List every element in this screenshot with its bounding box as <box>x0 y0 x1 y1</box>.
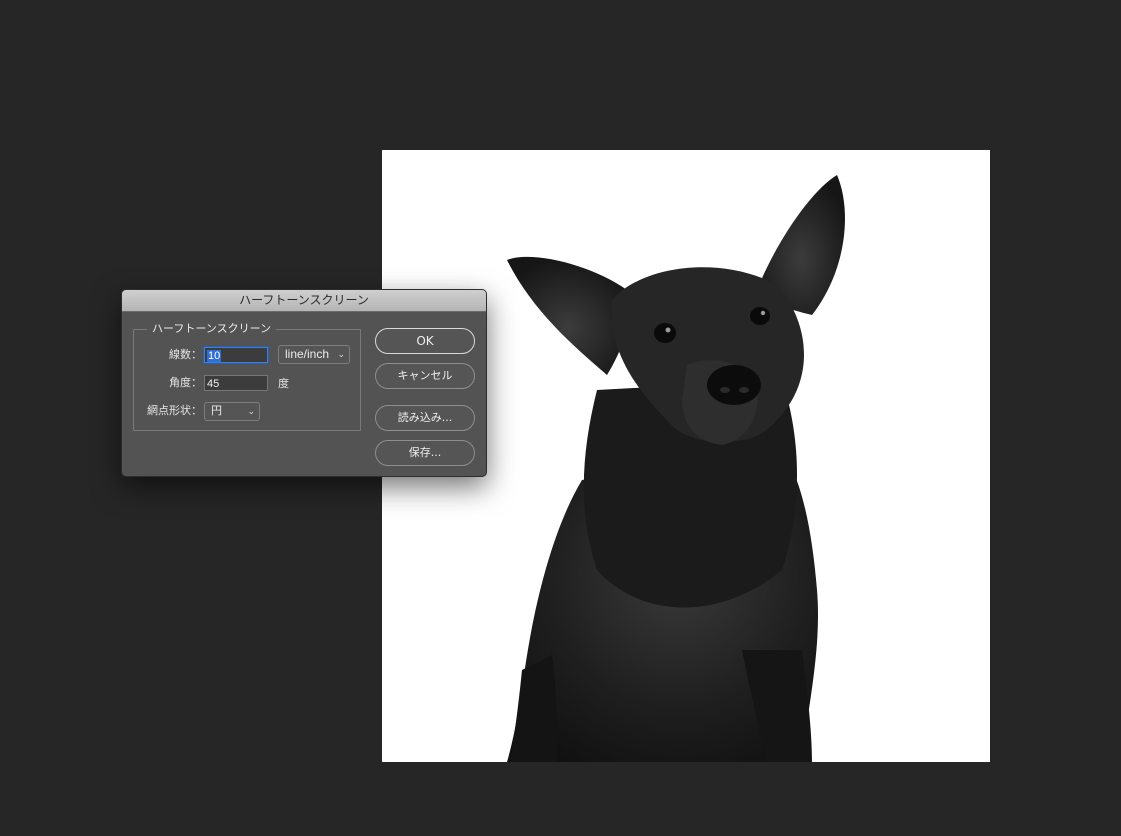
shape-select[interactable]: 円 ⌄ <box>204 402 260 421</box>
chevron-down-icon: ⌄ <box>247 406 255 416</box>
frequency-value: 10 <box>207 350 222 362</box>
frequency-label: 線数： <box>169 348 202 361</box>
halftone-screen-dialog: ハーフトーンスクリーン ハーフトーンスクリーン 線数： 10 line/inch… <box>121 289 487 477</box>
shape-label: 網点形状： <box>147 404 202 417</box>
ok-button[interactable]: OK <box>375 328 475 354</box>
frequency-unit-select[interactable]: line/inch ⌄ <box>278 345 350 364</box>
frequency-input[interactable]: 10 <box>204 347 268 363</box>
angle-value: 45 <box>207 378 220 390</box>
angle-label: 角度： <box>169 376 202 389</box>
cancel-button[interactable]: キャンセル <box>375 363 475 389</box>
angle-unit: 度 <box>278 377 289 390</box>
save-button[interactable]: 保存... <box>375 440 475 466</box>
dialog-title: ハーフトーンスクリーン <box>122 290 486 312</box>
angle-input[interactable]: 45 <box>204 375 268 391</box>
load-button[interactable]: 読み込み... <box>375 405 475 431</box>
group-title: ハーフトーンスクリーン <box>147 322 277 336</box>
frequency-unit-value: line/inch <box>285 347 330 361</box>
shape-value: 円 <box>211 405 222 417</box>
chevron-down-icon: ⌄ <box>337 349 345 359</box>
